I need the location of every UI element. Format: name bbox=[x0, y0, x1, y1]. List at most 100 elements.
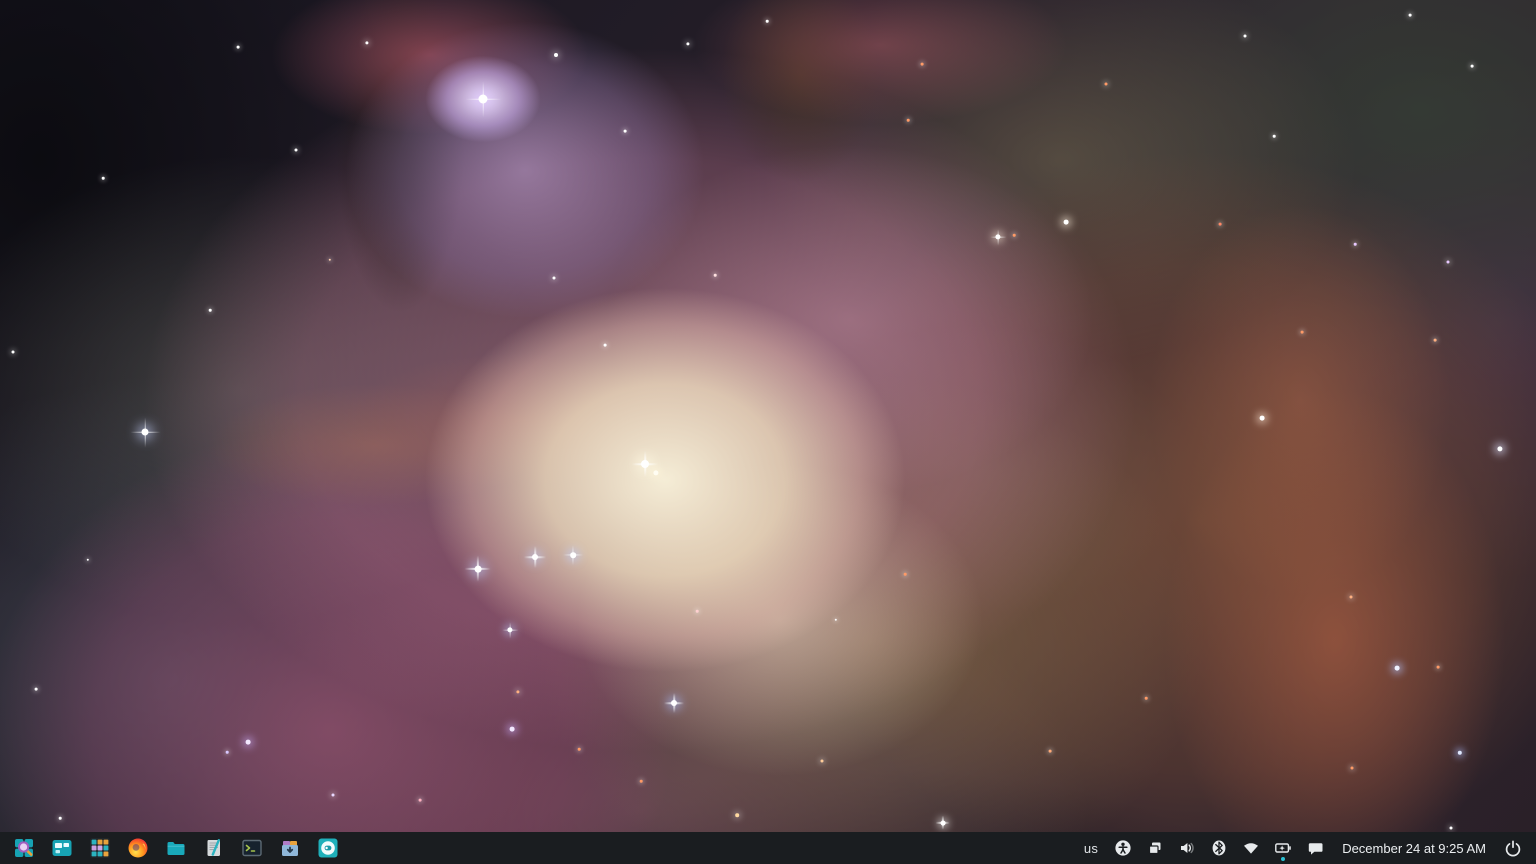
star bbox=[554, 53, 558, 57]
clock[interactable]: December 24 at 9:25 AM bbox=[1334, 841, 1494, 856]
media-viewer-button[interactable] bbox=[314, 834, 342, 862]
star bbox=[209, 309, 212, 312]
text-editor-button[interactable] bbox=[200, 834, 228, 862]
star bbox=[1145, 697, 1148, 700]
star bbox=[1351, 767, 1354, 770]
power-button[interactable] bbox=[1500, 834, 1526, 862]
star bbox=[1409, 14, 1412, 17]
app-grid-icon bbox=[89, 837, 111, 859]
star bbox=[714, 274, 717, 277]
media-viewer-icon bbox=[317, 837, 339, 859]
taskbar-panel: us bbox=[0, 832, 1536, 864]
star bbox=[1437, 666, 1440, 669]
system-tray: us bbox=[1078, 834, 1536, 862]
star bbox=[1105, 83, 1108, 86]
star bbox=[686, 42, 689, 45]
star bbox=[237, 46, 240, 49]
accessibility-button[interactable] bbox=[1110, 834, 1136, 862]
star bbox=[510, 727, 515, 732]
firefox-button[interactable] bbox=[124, 834, 152, 862]
battery-button[interactable] bbox=[1270, 834, 1296, 862]
star bbox=[1350, 596, 1353, 599]
star bbox=[671, 700, 677, 706]
taskbar-app-area bbox=[0, 834, 347, 862]
star bbox=[142, 429, 149, 436]
file-manager-button[interactable] bbox=[162, 834, 190, 862]
star bbox=[507, 627, 512, 632]
star bbox=[1447, 261, 1450, 264]
star bbox=[295, 149, 298, 152]
star bbox=[653, 470, 658, 475]
star bbox=[1395, 666, 1400, 671]
star bbox=[1450, 827, 1453, 830]
accessibility-icon bbox=[1114, 839, 1132, 857]
virtual-desktops-button[interactable] bbox=[48, 834, 76, 862]
star bbox=[821, 760, 824, 763]
star bbox=[329, 259, 331, 261]
star bbox=[904, 573, 907, 576]
clipboard-icon bbox=[1146, 839, 1164, 857]
star bbox=[35, 688, 38, 691]
app-grid-button[interactable] bbox=[86, 834, 114, 862]
star bbox=[419, 799, 422, 802]
star bbox=[532, 554, 538, 560]
desktop-wallpaper[interactable] bbox=[0, 0, 1536, 864]
virtual-desktops-icon bbox=[51, 837, 73, 859]
star bbox=[1064, 220, 1069, 225]
file-manager-icon bbox=[165, 837, 187, 859]
star bbox=[1434, 339, 1437, 342]
notifications-button[interactable] bbox=[1302, 834, 1328, 862]
star bbox=[479, 95, 488, 104]
star bbox=[1471, 65, 1474, 68]
notifications-icon bbox=[1306, 839, 1324, 857]
star bbox=[696, 610, 699, 613]
star bbox=[332, 794, 335, 797]
clipboard-button[interactable] bbox=[1142, 834, 1168, 862]
star bbox=[1013, 234, 1016, 237]
app-launcher-icon bbox=[13, 837, 35, 859]
package-installer-icon bbox=[279, 837, 301, 859]
star bbox=[907, 119, 910, 122]
star bbox=[641, 460, 649, 468]
bluetooth-icon bbox=[1210, 839, 1228, 857]
star bbox=[1458, 751, 1462, 755]
star bbox=[995, 234, 1000, 239]
star bbox=[102, 177, 105, 180]
wifi-button[interactable] bbox=[1238, 834, 1264, 862]
star bbox=[516, 690, 519, 693]
star bbox=[1497, 446, 1502, 451]
wifi-icon bbox=[1242, 839, 1260, 857]
star bbox=[553, 277, 556, 280]
power-icon bbox=[1504, 839, 1522, 857]
terminal-icon bbox=[241, 837, 263, 859]
star bbox=[921, 63, 924, 66]
volume-icon bbox=[1178, 839, 1196, 857]
star bbox=[226, 751, 229, 754]
star bbox=[604, 344, 607, 347]
star bbox=[59, 817, 62, 820]
star bbox=[475, 566, 482, 573]
star bbox=[365, 41, 368, 44]
star bbox=[1260, 416, 1265, 421]
star bbox=[1244, 35, 1247, 38]
star bbox=[624, 130, 627, 133]
star bbox=[640, 780, 643, 783]
star bbox=[1049, 750, 1052, 753]
keyboard-layout-indicator[interactable]: us bbox=[1078, 841, 1104, 856]
star bbox=[12, 351, 15, 354]
star bbox=[766, 20, 769, 23]
app-launcher-button[interactable] bbox=[10, 834, 38, 862]
star bbox=[1354, 243, 1357, 246]
battery-active-dot bbox=[1281, 857, 1285, 861]
star bbox=[1301, 331, 1304, 334]
volume-button[interactable] bbox=[1174, 834, 1200, 862]
star bbox=[570, 552, 576, 558]
bluetooth-button[interactable] bbox=[1206, 834, 1232, 862]
firefox-icon bbox=[127, 837, 149, 859]
star bbox=[735, 813, 739, 817]
star bbox=[941, 821, 946, 826]
terminal-button[interactable] bbox=[238, 834, 266, 862]
star bbox=[1273, 135, 1276, 138]
package-installer-button[interactable] bbox=[276, 834, 304, 862]
star bbox=[246, 740, 251, 745]
